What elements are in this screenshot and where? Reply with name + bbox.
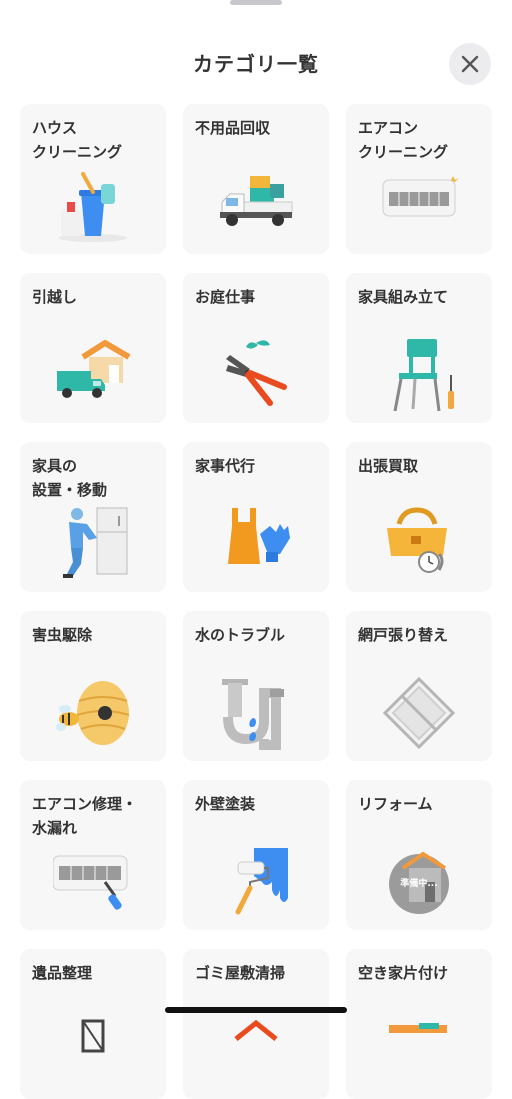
category-card-screen-replacement[interactable]: 網戸張り替え: [346, 611, 492, 761]
paint-roller-icon: [235, 848, 288, 915]
category-card-estate-clearing[interactable]: 遺品整理: [20, 949, 166, 1099]
pruning-shears-icon: [226, 340, 287, 406]
belongings-icon: [81, 1019, 105, 1053]
empty-house-icon: [389, 1023, 447, 1033]
category-label: 出張買取: [358, 457, 419, 475]
category-card-pest-control[interactable]: 害虫駆除: [20, 611, 166, 761]
category-card-house-cleaning[interactable]: ハウス クリーニング: [20, 104, 166, 254]
bag-watch-icon: [387, 507, 447, 573]
category-label: 引越し: [32, 288, 78, 306]
status-badge: 準備中...: [400, 877, 437, 889]
category-label: 不用品回収: [195, 119, 271, 137]
category-label: 水のトラブル: [195, 626, 286, 644]
category-label: リフォーム: [358, 795, 433, 813]
moving-house-icon: [57, 340, 131, 398]
category-label: 網戸張り替え: [358, 626, 449, 644]
trash-house-icon: [234, 1019, 278, 1041]
category-card-housekeeping[interactable]: 家事代行: [183, 442, 329, 592]
category-card-furniture-moving[interactable]: 家具の 設置・移動: [20, 442, 166, 592]
category-card-moving[interactable]: 引越し: [20, 273, 166, 423]
category-label: 家具の 設置・移動: [32, 457, 108, 499]
category-card-renovation[interactable]: リフォーム 準備中...: [346, 780, 492, 930]
category-card-ac-repair[interactable]: エアコン修理・ 水漏れ: [20, 780, 166, 930]
category-card-gardening[interactable]: お庭仕事: [183, 273, 329, 423]
category-card-junk-removal[interactable]: 不用品回収: [183, 104, 329, 254]
category-label: 害虫駆除: [32, 626, 93, 644]
category-card-vacant-house-clearing[interactable]: 空き家片付け: [346, 949, 492, 1099]
category-card-hoarder-cleaning[interactable]: ゴミ屋敷清掃: [183, 949, 329, 1099]
category-label: 遺品整理: [32, 964, 93, 982]
page-title: カテゴリ一覧: [193, 52, 319, 76]
category-label: お庭仕事: [195, 288, 256, 306]
home-indicator: [165, 1007, 347, 1013]
category-label: ハウス クリーニング: [32, 119, 123, 161]
ac-repair-icon: [53, 855, 128, 910]
close-button[interactable]: [449, 43, 491, 85]
cleaning-bucket-icon: [59, 172, 127, 242]
truck-icon: [220, 176, 293, 226]
category-card-furniture-assembly[interactable]: 家具組み立て: [346, 273, 492, 423]
bee-nest-icon: [56, 681, 130, 745]
air-conditioner-icon: [382, 176, 459, 217]
category-label: 空き家片付け: [358, 964, 449, 982]
category-label: 外壁塗装: [195, 795, 256, 813]
category-label: 家事代行: [195, 457, 256, 475]
chair-screwdriver-icon: [393, 339, 454, 412]
sheet-drag-handle[interactable]: [230, 0, 282, 5]
category-card-buyback[interactable]: 出張買取: [346, 442, 492, 592]
window-screen-icon: [382, 676, 456, 750]
close-icon: [461, 55, 479, 73]
category-label: エアコン クリーニング: [358, 119, 449, 161]
category-label: エアコン修理・ 水漏れ: [32, 795, 138, 837]
house-renovation-icon: 準備中...: [389, 851, 449, 914]
category-card-exterior-painting[interactable]: 外壁塗装: [183, 780, 329, 930]
category-label: 家具組み立て: [358, 288, 449, 306]
category-label: ゴミ屋敷清掃: [195, 964, 286, 982]
pipe-water-icon: [222, 679, 284, 750]
category-card-water-trouble[interactable]: 水のトラブル: [183, 611, 329, 761]
apron-gloves-icon: [228, 508, 290, 564]
category-card-ac-cleaning[interactable]: エアコン クリーニング: [346, 104, 492, 254]
worker-fridge-icon: [63, 507, 128, 578]
